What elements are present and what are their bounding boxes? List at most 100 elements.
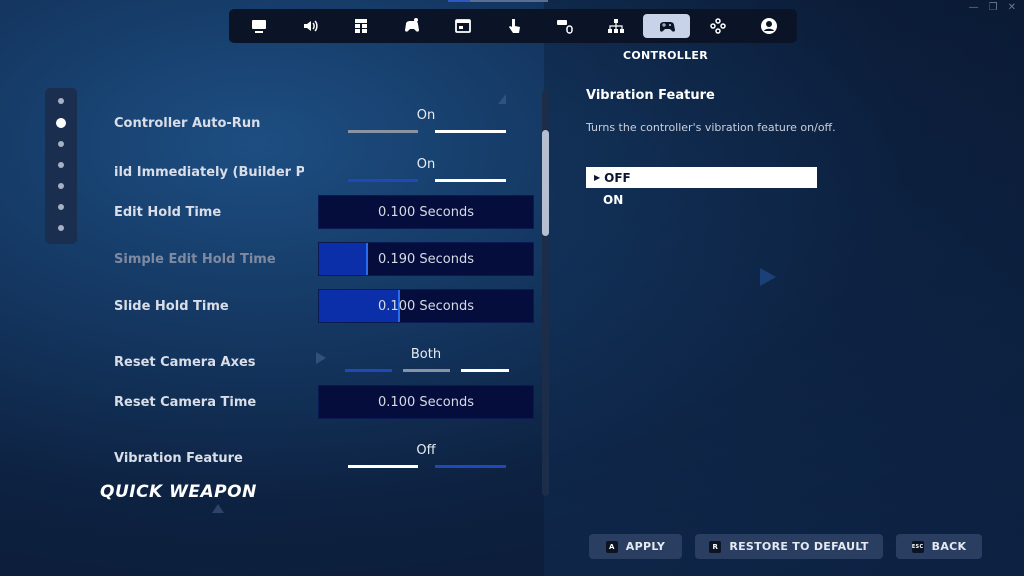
tab-touch[interactable]: [490, 14, 537, 38]
touch-icon: [508, 19, 520, 33]
setting-reset-camera-axes[interactable]: Reset Camera Axes Both: [100, 342, 540, 382]
setting-label: Reset Camera Axes: [114, 354, 256, 370]
settings-scrollbar[interactable]: [542, 90, 549, 496]
setting-label: Edit Hold Time: [114, 204, 222, 220]
option-off[interactable]: ▶ OFF: [586, 167, 817, 188]
gamepad-settings-icon: [404, 18, 419, 32]
option-on[interactable]: ON: [586, 189, 817, 210]
option-label: OFF: [604, 170, 631, 185]
page-dot[interactable]: [58, 141, 64, 147]
toggle-segment: [435, 179, 506, 182]
back-button[interactable]: ESC BACK: [896, 534, 982, 559]
toggle-segment: [348, 465, 418, 468]
toggle-indicator: [348, 130, 506, 133]
tab-display[interactable]: [235, 14, 282, 38]
bg-triangle: [760, 268, 776, 286]
active-tab-label: CONTROLLER: [623, 49, 708, 62]
toggle-segment: [345, 369, 392, 372]
dpad-icon: [709, 18, 726, 34]
caret-right-icon: ▶: [594, 173, 601, 182]
setting-vibration-feature[interactable]: Vibration Feature Off: [100, 438, 540, 478]
slider-track[interactable]: 0.100 Seconds: [318, 289, 534, 323]
setting-label: Slide Hold Time: [114, 298, 229, 314]
setting-reset-camera-time[interactable]: Reset Camera Time 0.100 Seconds: [100, 385, 540, 425]
setting-label: ild Immediately (Builder Pro): [114, 164, 304, 180]
page-dot[interactable]: [58, 183, 64, 189]
window-controls: — ❐ ✕: [969, 3, 1016, 13]
tab-network[interactable]: [592, 14, 639, 38]
setting-edit-hold-time[interactable]: Edit Hold Time 0.100 Seconds: [100, 195, 540, 235]
bg-triangle: [212, 504, 224, 513]
toggle-segment: [403, 369, 450, 372]
slider-value: 0.100 Seconds: [378, 204, 474, 220]
slider-track[interactable]: 0.100 Seconds: [318, 195, 534, 229]
slider-value: 0.100 Seconds: [378, 394, 474, 410]
keyboard-mouse-icon: [556, 20, 573, 34]
setting-label: Reset Camera Time: [114, 394, 257, 410]
restore-icon[interactable]: ❐: [989, 3, 998, 13]
network-icon: [607, 19, 624, 33]
page-dot-active[interactable]: [56, 118, 66, 128]
accessibility-grid-icon: [354, 19, 367, 33]
monitor-icon: [251, 20, 266, 33]
setting-label: Vibration Feature: [114, 450, 243, 466]
key-esc-icon: ESC: [911, 540, 924, 553]
apply-label: APPLY: [625, 540, 666, 553]
toggle-indicator: [345, 369, 509, 372]
close-icon[interactable]: ✕: [1008, 3, 1016, 13]
back-label: BACK: [931, 540, 967, 553]
toggle-indicator: [348, 179, 506, 182]
section-heading: QUICK WEAPON: [100, 482, 257, 502]
setting-label: Simple Edit Hold Time: [114, 251, 276, 267]
tab-accessibility[interactable]: [337, 14, 384, 38]
apply-button[interactable]: A APPLY: [589, 534, 682, 559]
page-dot[interactable]: [58, 225, 64, 231]
setting-build-immediately[interactable]: ild Immediately (Builder Pro) On: [100, 152, 540, 192]
scrollbar-thumb[interactable]: [542, 130, 549, 236]
slider-value: 0.100 Seconds: [378, 298, 474, 314]
tab-controller[interactable]: [643, 14, 690, 38]
key-r-icon: R: [709, 540, 722, 553]
window-icon: [454, 19, 471, 33]
page-dot[interactable]: [58, 98, 64, 104]
account-icon: [760, 18, 777, 34]
slider-track[interactable]: 0.190 Seconds: [318, 242, 534, 276]
option-label: ON: [603, 192, 624, 207]
tab-account[interactable]: [745, 14, 792, 38]
setting-controller-auto-run[interactable]: Controller Auto-Run On: [100, 103, 540, 143]
tab-keyboard-mouse[interactable]: [541, 14, 588, 38]
toggle-indicator: [348, 465, 506, 468]
key-a-icon: A: [605, 540, 618, 553]
setting-value: On: [416, 107, 436, 123]
setting-slide-hold-time[interactable]: Slide Hold Time 0.100 Seconds: [100, 289, 540, 329]
page-dot[interactable]: [58, 204, 64, 210]
restore-label: RESTORE TO DEFAULT: [729, 540, 869, 553]
slider-value: 0.190 Seconds: [378, 251, 474, 267]
tab-controls-layout[interactable]: [694, 14, 741, 38]
tab-input[interactable]: [388, 14, 435, 38]
toggle-segment: [435, 465, 506, 468]
setting-value: On: [416, 156, 436, 172]
toggle-segment: [435, 130, 506, 133]
tab-game-ui[interactable]: [439, 14, 486, 38]
page-dot[interactable]: [58, 162, 64, 168]
setting-value: Off: [416, 442, 436, 458]
page-indicator: [45, 88, 77, 244]
setting-label: Controller Auto-Run: [114, 115, 261, 131]
detail-title: Vibration Feature: [586, 88, 715, 103]
background-right: [544, 0, 1024, 576]
detail-description: Turns the controller's vibration feature…: [586, 121, 836, 134]
setting-value: Both: [410, 346, 442, 362]
toggle-segment: [461, 369, 509, 372]
top-nav: [229, 9, 797, 43]
toggle-segment: [348, 130, 418, 133]
tab-audio[interactable]: [286, 14, 333, 38]
minimize-icon[interactable]: —: [969, 3, 979, 13]
slider-track[interactable]: 0.100 Seconds: [318, 385, 534, 419]
speaker-icon: [303, 20, 318, 32]
controller-icon: [659, 22, 675, 32]
nav-indicator-active: [448, 0, 470, 2]
toggle-segment: [348, 179, 418, 182]
setting-simple-edit-hold-time[interactable]: Simple Edit Hold Time 0.190 Seconds: [100, 242, 540, 282]
restore-default-button[interactable]: R RESTORE TO DEFAULT: [695, 534, 883, 559]
